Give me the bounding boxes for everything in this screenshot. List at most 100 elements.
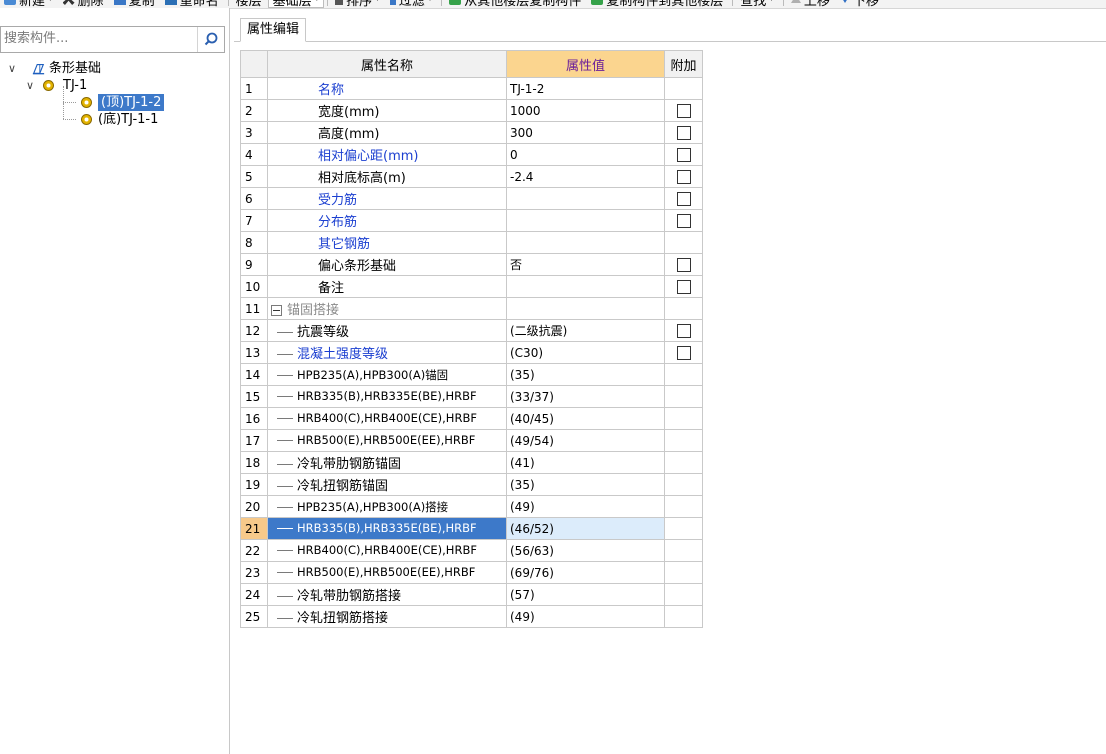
property-name-cell[interactable]: 混凝土强度等级 [267, 341, 507, 364]
extra-checkbox[interactable] [676, 279, 691, 294]
property-name-cell[interactable]: 相对底标高(m) [267, 165, 507, 188]
table-row[interactable]: 22 HRB400(C),HRB400E(CE),HRBF (56/63) [240, 539, 703, 562]
property-value[interactable] [506, 231, 665, 254]
property-name-cell[interactable]: HRB500(E),HRB500E(EE),HRBF [267, 429, 507, 452]
property-name-cell[interactable]: HPB235(A),HPB300(A)锚固 [267, 363, 507, 386]
property-name-cell[interactable]: HRB400(C),HRB400E(CE),HRBF [267, 539, 507, 562]
extra-checkbox[interactable] [676, 213, 691, 228]
property-value[interactable]: 否 [506, 253, 665, 276]
table-row[interactable]: 25 冷轧扭钢筋搭接 (49) [240, 605, 703, 628]
property-value[interactable]: (35) [506, 473, 665, 496]
table-row[interactable]: 4 相对偏心距(mm) 0 [240, 143, 703, 166]
property-name-cell[interactable]: 锚固搭接 [267, 297, 507, 320]
property-name-cell[interactable]: 相对偏心距(mm) [267, 143, 507, 166]
property-value[interactable]: (57) [506, 583, 665, 606]
table-row[interactable]: 3 高度(mm) 300 [240, 121, 703, 144]
property-value[interactable]: (C30) [506, 341, 665, 364]
tab-property-edit[interactable]: 属性编辑 [240, 18, 307, 42]
copy-button[interactable]: 复制 [110, 0, 161, 8]
property-value[interactable]: (二级抗震) [506, 319, 665, 342]
property-value[interactable]: (49) [506, 605, 665, 628]
filter-button[interactable]: 过滤 ▾ [386, 0, 439, 8]
property-value[interactable]: (41) [506, 451, 665, 474]
property-value[interactable]: (40/45) [506, 407, 665, 430]
property-value[interactable]: (46/52) [506, 517, 665, 540]
table-row[interactable]: 14 HPB235(A),HPB300(A)锚固 (35) [240, 363, 703, 386]
tree-node-root[interactable]: ∨ 条形基础 [0, 60, 229, 77]
table-row[interactable]: 17 HRB500(E),HRB500E(EE),HRBF (49/54) [240, 429, 703, 452]
property-name-cell[interactable]: 高度(mm) [267, 121, 507, 144]
property-name-cell[interactable]: 分布筋 [267, 209, 507, 232]
table-row[interactable]: 11 锚固搭接 [240, 297, 703, 320]
property-value[interactable]: 1000 [506, 99, 665, 122]
property-name-cell[interactable]: 宽度(mm) [267, 99, 507, 122]
property-name-cell[interactable]: 冷轧带肋钢筋搭接 [267, 583, 507, 606]
extra-checkbox[interactable] [676, 345, 691, 360]
tree-leaf-top[interactable]: (顶)TJ-1-2 [0, 86, 229, 111]
search-button[interactable] [197, 27, 224, 52]
table-row[interactable]: 5 相对底标高(m) -2.4 [240, 165, 703, 188]
extra-checkbox[interactable] [676, 103, 691, 118]
table-row[interactable]: 7 分布筋 [240, 209, 703, 232]
property-value[interactable]: (49) [506, 495, 665, 518]
table-row[interactable]: 1 名称 TJ-1-2 [240, 77, 703, 100]
property-value[interactable]: (56/63) [506, 539, 665, 562]
table-row[interactable]: 13 混凝土强度等级 (C30) [240, 341, 703, 364]
property-name-cell[interactable]: HPB235(A),HPB300(A)搭接 [267, 495, 507, 518]
property-name-cell[interactable]: HRB335(B),HRB335E(BE),HRBF [267, 385, 507, 408]
property-value[interactable]: -2.4 [506, 165, 665, 188]
copy-to-floor-button[interactable]: 复制构件到其他楼层 [587, 0, 729, 8]
extra-checkbox[interactable] [676, 169, 691, 184]
table-row[interactable]: 24 冷轧带肋钢筋搭接 (57) [240, 583, 703, 606]
property-name-cell[interactable]: HRB335(B),HRB335E(BE),HRBF [267, 517, 507, 540]
property-name-cell[interactable]: HRB500(E),HRB500E(EE),HRBF [267, 561, 507, 584]
new-button[interactable]: 新建 ▾ [0, 0, 59, 8]
property-value[interactable]: TJ-1-2 [506, 77, 665, 100]
header-property-value[interactable]: 属性值 [506, 50, 665, 78]
property-value[interactable]: 300 [506, 121, 665, 144]
search-input[interactable] [4, 29, 194, 48]
header-extra[interactable]: 附加 [664, 50, 703, 78]
property-name-cell[interactable]: 备注 [267, 275, 507, 298]
sort-button[interactable]: 排序 ▾ [331, 0, 386, 8]
property-name-cell[interactable]: HRB400(C),HRB400E(CE),HRBF [267, 407, 507, 430]
property-name-cell[interactable]: 受力筋 [267, 187, 507, 210]
table-row[interactable]: 19 冷轧扭钢筋锚固 (35) [240, 473, 703, 496]
header-property-name[interactable]: 属性名称 [267, 50, 507, 78]
table-row[interactable]: 9 偏心条形基础 否 [240, 253, 703, 276]
property-name-cell[interactable]: 冷轧扭钢筋锚固 [267, 473, 507, 496]
property-value[interactable]: (33/37) [506, 385, 665, 408]
property-value[interactable] [506, 297, 665, 320]
floor-select[interactable]: 基础层 ▾ [267, 0, 325, 8]
collapse-icon[interactable] [271, 305, 282, 316]
move-down-button[interactable]: 下移 [836, 0, 885, 8]
table-row[interactable]: 6 受力筋 [240, 187, 703, 210]
find-button[interactable]: 查找 ▾ [736, 0, 780, 8]
property-name-cell[interactable]: 冷轧扭钢筋搭接 [267, 605, 507, 628]
property-value[interactable]: (69/76) [506, 561, 665, 584]
tree-leaf-bottom[interactable]: (底)TJ-1-1 [0, 103, 229, 128]
chevron-down-icon[interactable]: ∨ [26, 77, 34, 94]
table-row[interactable]: 16 HRB400(C),HRB400E(CE),HRBF (40/45) [240, 407, 703, 430]
property-name-cell[interactable]: 偏心条形基础 [267, 253, 507, 276]
property-value[interactable]: (49/54) [506, 429, 665, 452]
property-value[interactable] [506, 187, 665, 210]
property-value[interactable] [506, 275, 665, 298]
copy-from-floor-button[interactable]: 从其他楼层复制构件 [445, 0, 587, 8]
extra-checkbox[interactable] [676, 323, 691, 338]
tree-node-tj1[interactable]: ∨ TJ-1 [0, 77, 229, 94]
table-row[interactable]: 8 其它钢筋 [240, 231, 703, 254]
property-value[interactable]: (35) [506, 363, 665, 386]
extra-checkbox[interactable] [676, 125, 691, 140]
table-row[interactable]: 21 HRB335(B),HRB335E(BE),HRBF (46/52) [240, 517, 703, 540]
table-row[interactable]: 12 抗震等级 (二级抗震) [240, 319, 703, 342]
table-row[interactable]: 18 冷轧带肋钢筋锚固 (41) [240, 451, 703, 474]
property-value[interactable]: 0 [506, 143, 665, 166]
property-name-cell[interactable]: 冷轧带肋钢筋锚固 [267, 451, 507, 474]
table-row[interactable]: 2 宽度(mm) 1000 [240, 99, 703, 122]
chevron-down-icon[interactable]: ∨ [8, 60, 16, 77]
property-name-cell[interactable]: 抗震等级 [267, 319, 507, 342]
table-row[interactable]: 20 HPB235(A),HPB300(A)搭接 (49) [240, 495, 703, 518]
table-row[interactable]: 15 HRB335(B),HRB335E(BE),HRBF (33/37) [240, 385, 703, 408]
delete-button[interactable]: 删除 [59, 0, 110, 8]
